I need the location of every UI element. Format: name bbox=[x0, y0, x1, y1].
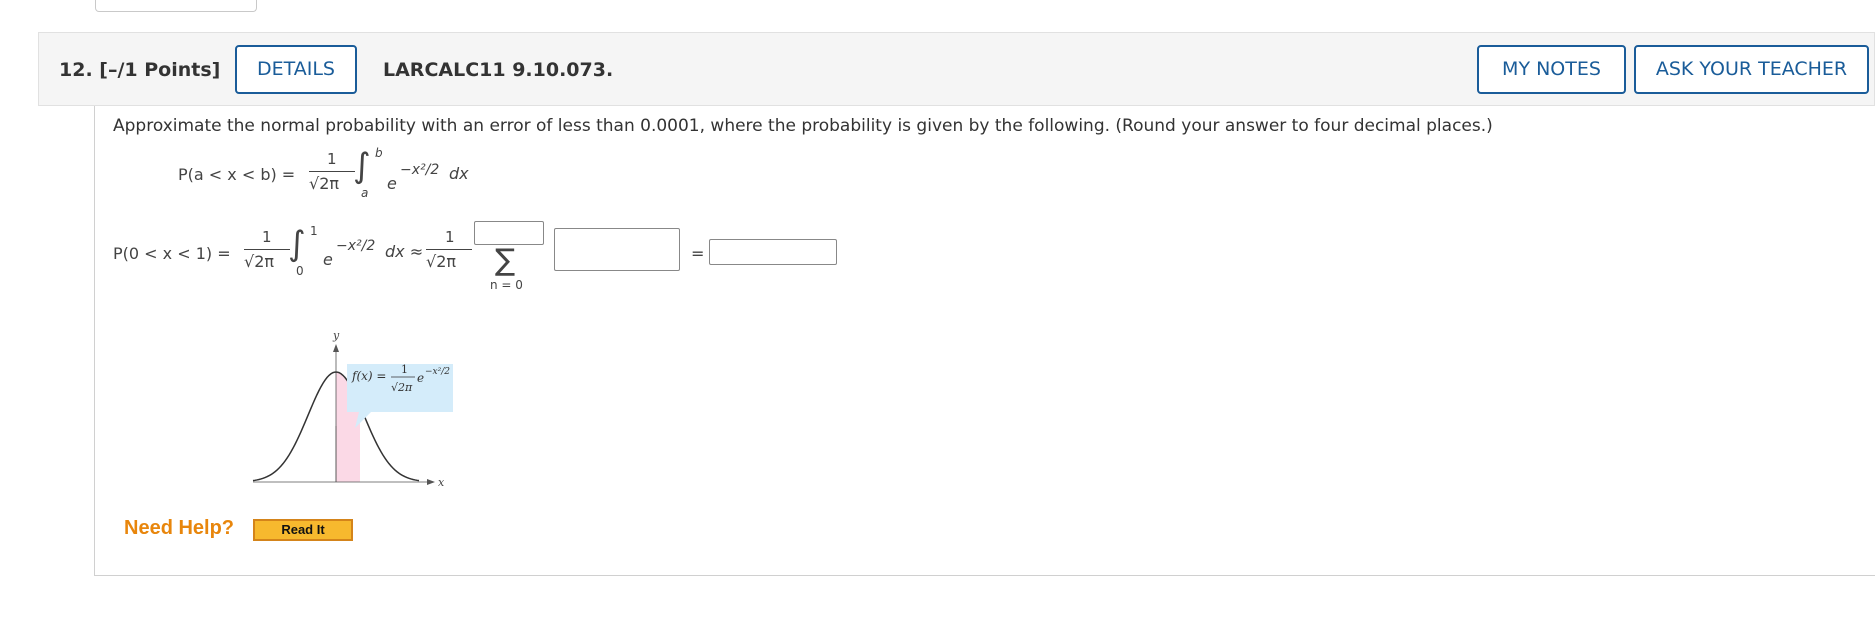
normal-curve-graph: y x a b f(x) = 1 √2π e −x²/2 bbox=[252, 329, 453, 486]
previous-question-box bbox=[95, 0, 257, 12]
formula2-dx-approx: dx ≈ bbox=[385, 242, 424, 261]
answer-input[interactable] bbox=[709, 239, 837, 265]
formula2-e: e bbox=[323, 250, 333, 269]
formula2-exponent: −x²/2 bbox=[336, 238, 376, 254]
question-number-points: 12. [–/1 Points] bbox=[59, 59, 221, 81]
formula2-fraction-bar bbox=[244, 249, 290, 250]
question-code: LARCALC11 9.10.073. bbox=[383, 59, 614, 81]
formula1-exponent: −x²/2 bbox=[400, 162, 440, 178]
details-button[interactable]: DETAILS bbox=[235, 45, 357, 94]
sum-term-input[interactable] bbox=[554, 228, 680, 271]
question-header: 12. [–/1 Points] DETAILS LARCALC11 9.10.… bbox=[38, 32, 1875, 106]
ask-your-teacher-button[interactable]: ASK YOUR TEACHER bbox=[1634, 45, 1869, 94]
formula2-rhs-numerator: 1 bbox=[445, 228, 455, 246]
sum-upper-limit-input[interactable] bbox=[474, 221, 544, 245]
formula1-fraction-bar bbox=[309, 171, 355, 172]
formula2-rhs-denominator: √2π bbox=[426, 252, 457, 271]
formula1-integral-sign: ∫ bbox=[353, 146, 371, 186]
formula2-denominator: √2π bbox=[244, 252, 275, 271]
function-numerator: 1 bbox=[401, 363, 408, 376]
function-exponent: −x²/2 bbox=[425, 367, 450, 377]
formula1-dx: dx bbox=[449, 164, 469, 183]
y-axis-label: y bbox=[332, 329, 340, 342]
y-axis-arrow-icon bbox=[333, 344, 339, 352]
sigma-icon: ∑ bbox=[495, 243, 516, 278]
sum-lower-limit: n = 0 bbox=[490, 278, 523, 292]
x-axis-label: x bbox=[438, 476, 445, 486]
formula1-numerator: 1 bbox=[327, 150, 337, 168]
question-instructions: Approximate the normal probability with … bbox=[113, 116, 1493, 136]
function-e: e bbox=[417, 371, 424, 385]
function-label: f(x) = bbox=[351, 369, 386, 383]
function-denominator: √2π bbox=[391, 381, 413, 394]
formula2-numerator: 1 bbox=[262, 228, 272, 246]
formula1-upper-limit: b bbox=[375, 146, 383, 160]
question-content: Approximate the normal probability with … bbox=[94, 106, 1875, 576]
formula2-rhs-fraction-bar bbox=[426, 249, 472, 250]
formula1-e: e bbox=[387, 174, 397, 193]
formula2-upper-limit: 1 bbox=[310, 224, 318, 238]
formula1-lhs: P(a < x < b) = bbox=[178, 165, 296, 184]
formula2-lhs: P(0 < x < 1) = bbox=[113, 244, 231, 263]
formula1-denominator: √2π bbox=[309, 174, 340, 193]
x-axis-arrow-icon bbox=[427, 479, 435, 485]
formula1-lower-limit: a bbox=[361, 186, 369, 200]
read-it-button[interactable]: Read It bbox=[253, 519, 353, 541]
formula2-lower-limit: 0 bbox=[296, 264, 304, 278]
my-notes-button[interactable]: MY NOTES bbox=[1477, 45, 1626, 94]
formula2-integral-sign: ∫ bbox=[288, 224, 306, 264]
equals-sign: = bbox=[691, 244, 705, 263]
need-help-label: Need Help? bbox=[124, 517, 235, 539]
